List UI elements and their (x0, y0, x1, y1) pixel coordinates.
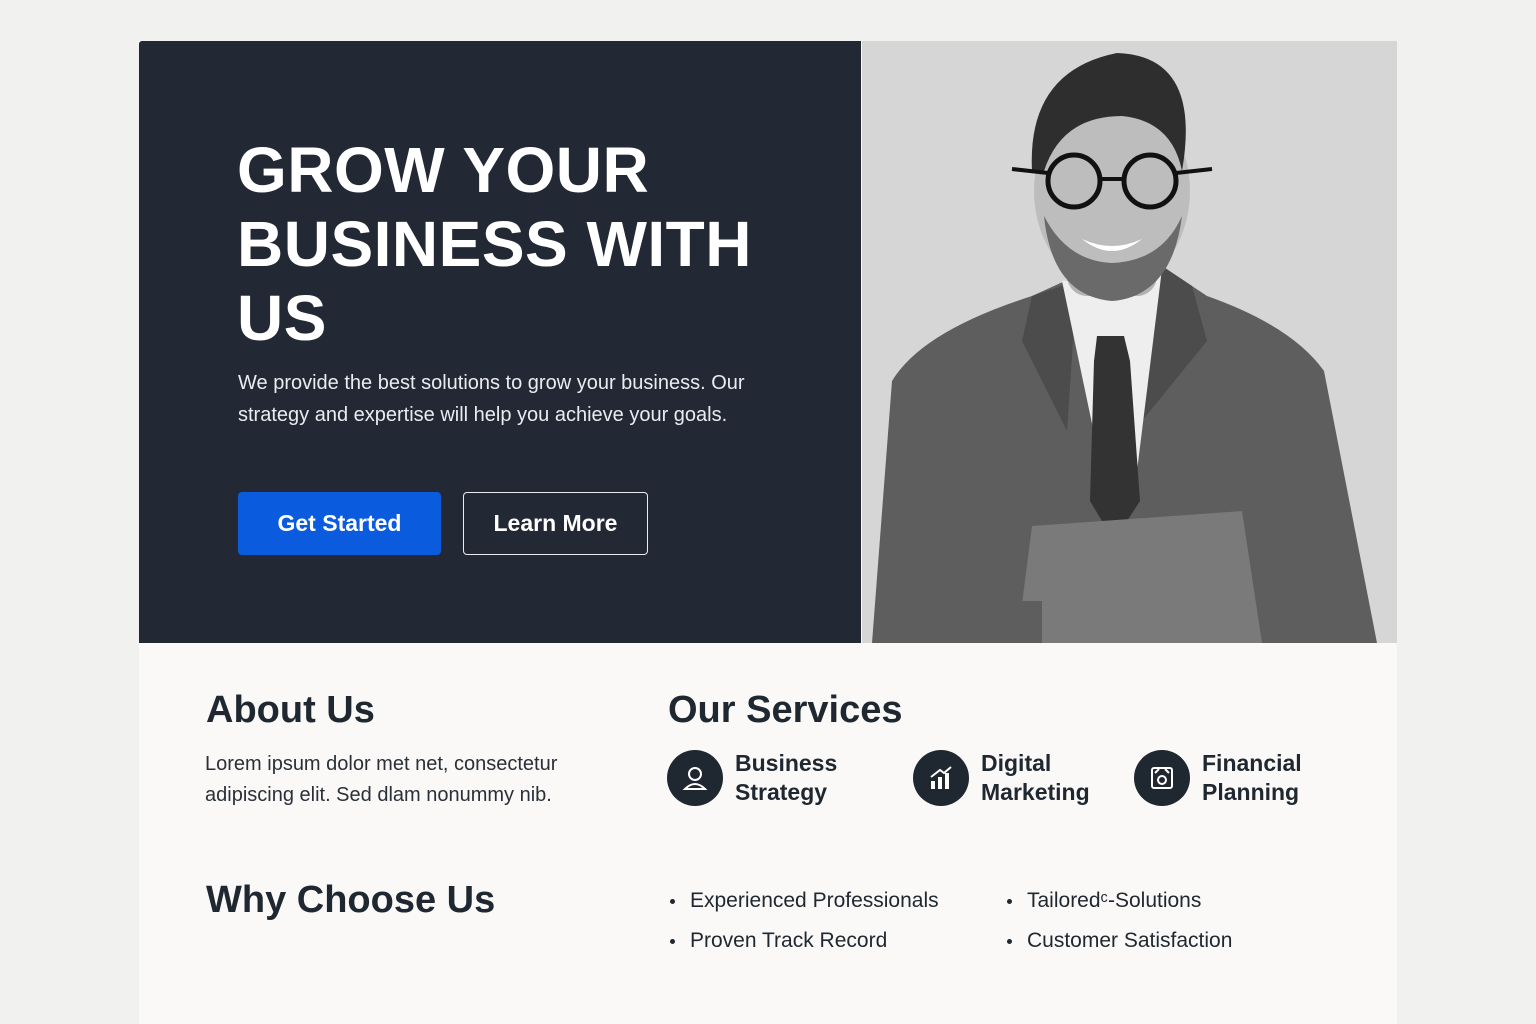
list-item: Proven Track Record (668, 921, 939, 961)
services-title: Our Services (668, 689, 903, 731)
landing-page: GROW YOUR BUSINESS WITH US We provide th… (139, 41, 1397, 1024)
about-title: About Us (206, 689, 375, 731)
service-digital-marketing[interactable]: Digital Marketing (913, 749, 1121, 807)
service-business-strategy[interactable]: Business Strategy (667, 749, 875, 807)
get-started-button[interactable]: Get Started (238, 492, 441, 555)
service-label: Business Strategy (735, 750, 838, 805)
list-item: Tailoredᶜ-Solutions (1005, 881, 1232, 921)
businessman-illustration (862, 41, 1397, 643)
learn-more-button[interactable]: Learn More (463, 492, 648, 555)
bar-chart-icon (913, 750, 969, 806)
list-item: Experienced Professionals (668, 881, 939, 921)
why-list-right: Tailoredᶜ-Solutions Customer Satisfactio… (1005, 881, 1232, 961)
finance-icon (1134, 750, 1190, 806)
list-item: Customer Satisfaction (1005, 921, 1232, 961)
service-label: Digital Marketing (981, 750, 1090, 805)
hero-photo-businessman (862, 41, 1397, 643)
hero-title: GROW YOUR BUSINESS WITH US (237, 134, 752, 354)
hero-section: GROW YOUR BUSINESS WITH US We provide th… (139, 41, 861, 643)
hero-description: We provide the best solutions to grow yo… (238, 372, 745, 426)
why-choose-title: Why Choose Us (206, 879, 496, 921)
person-icon (667, 750, 723, 806)
why-list-left: Experienced Professionals Proven Track R… (668, 881, 939, 961)
service-financial-planning[interactable]: Financial Planning (1134, 749, 1342, 807)
service-label: Financial Planning (1202, 750, 1302, 805)
about-text: Lorem ipsum dolor met net, consectetur a… (205, 753, 558, 806)
